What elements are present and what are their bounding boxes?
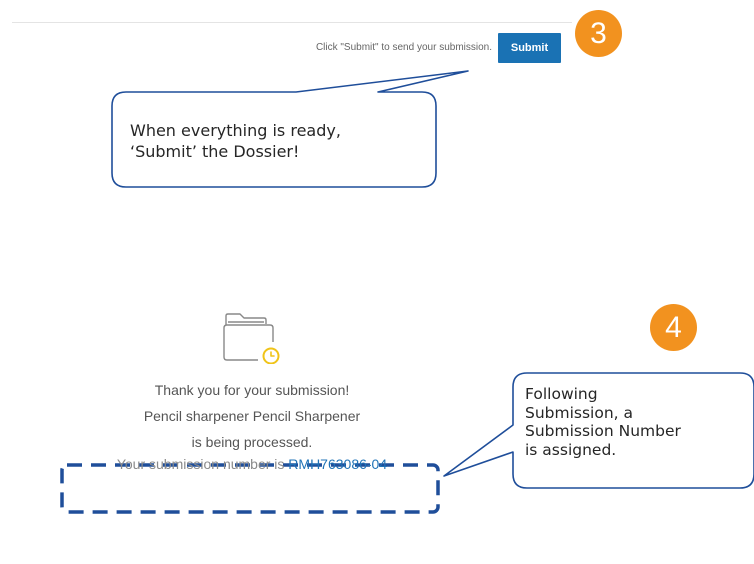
submission-number-line: Your submission number is RMH763086-04 <box>0 455 504 473</box>
number-callout-line: is assigned. <box>525 441 617 460</box>
submit-callout-line: ‘Submit’ the Dossier! <box>130 142 300 161</box>
thank-you-text: Thank you for your submission! <box>154 382 350 398</box>
number-callout-line: Following <box>525 385 598 403</box>
product-name-text: Pencil sharpener Pencil Sharpener <box>143 408 361 424</box>
number-callout-line: Submission, a <box>525 403 634 422</box>
submission-number-link[interactable]: RMH763086-04 <box>288 456 387 472</box>
callout-graphics <box>60 70 754 514</box>
submit-callout-line: When everything is ready, <box>130 121 341 140</box>
processing-status-text: is being processed. <box>191 434 313 450</box>
submit-callout-text: When everything is ready, ‘Submit’ the D… <box>130 120 420 162</box>
submission-number-label: Your submission number is <box>116 456 289 472</box>
folder-clock-icon <box>223 313 280 364</box>
number-callout-text: Following Submission, a Submission Numbe… <box>525 385 754 460</box>
number-callout-line: Submission Number <box>525 422 681 441</box>
